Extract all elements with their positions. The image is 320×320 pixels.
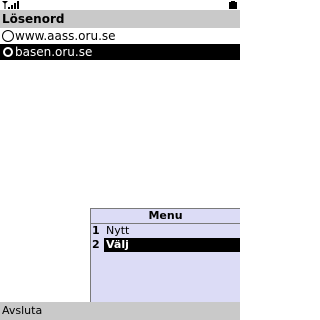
menu-item-number: 1: [92, 224, 100, 237]
menu-item-label: Välj: [104, 238, 240, 252]
battery-icon: [229, 1, 237, 9]
options-menu: Menu 1 Nytt 2 Välj: [90, 208, 240, 302]
menu-item-nytt[interactable]: 1 Nytt: [91, 224, 240, 238]
radio-button-icon[interactable]: [2, 30, 14, 42]
menu-item-valj[interactable]: 2 Välj: [91, 238, 240, 252]
list-item-label: www.aass.oru.se: [15, 29, 116, 43]
screen-title: Lösenord: [0, 10, 240, 28]
list-item-label: basen.oru.se: [15, 45, 93, 59]
signal-strength-icon: [2, 1, 19, 9]
list-item-aass[interactable]: www.aass.oru.se: [0, 28, 240, 44]
list-item-basen[interactable]: basen.oru.se: [0, 44, 240, 60]
password-list: www.aass.oru.se basen.oru.se: [0, 28, 240, 60]
softkey-bar: Avsluta: [0, 302, 240, 320]
menu-title: Menu: [91, 209, 240, 224]
status-bar: [0, 0, 240, 10]
exit-softkey[interactable]: Avsluta: [2, 302, 42, 320]
menu-item-label: Nytt: [106, 224, 130, 237]
menu-item-number: 2: [92, 238, 100, 251]
radio-button-checked-icon[interactable]: [2, 46, 14, 58]
